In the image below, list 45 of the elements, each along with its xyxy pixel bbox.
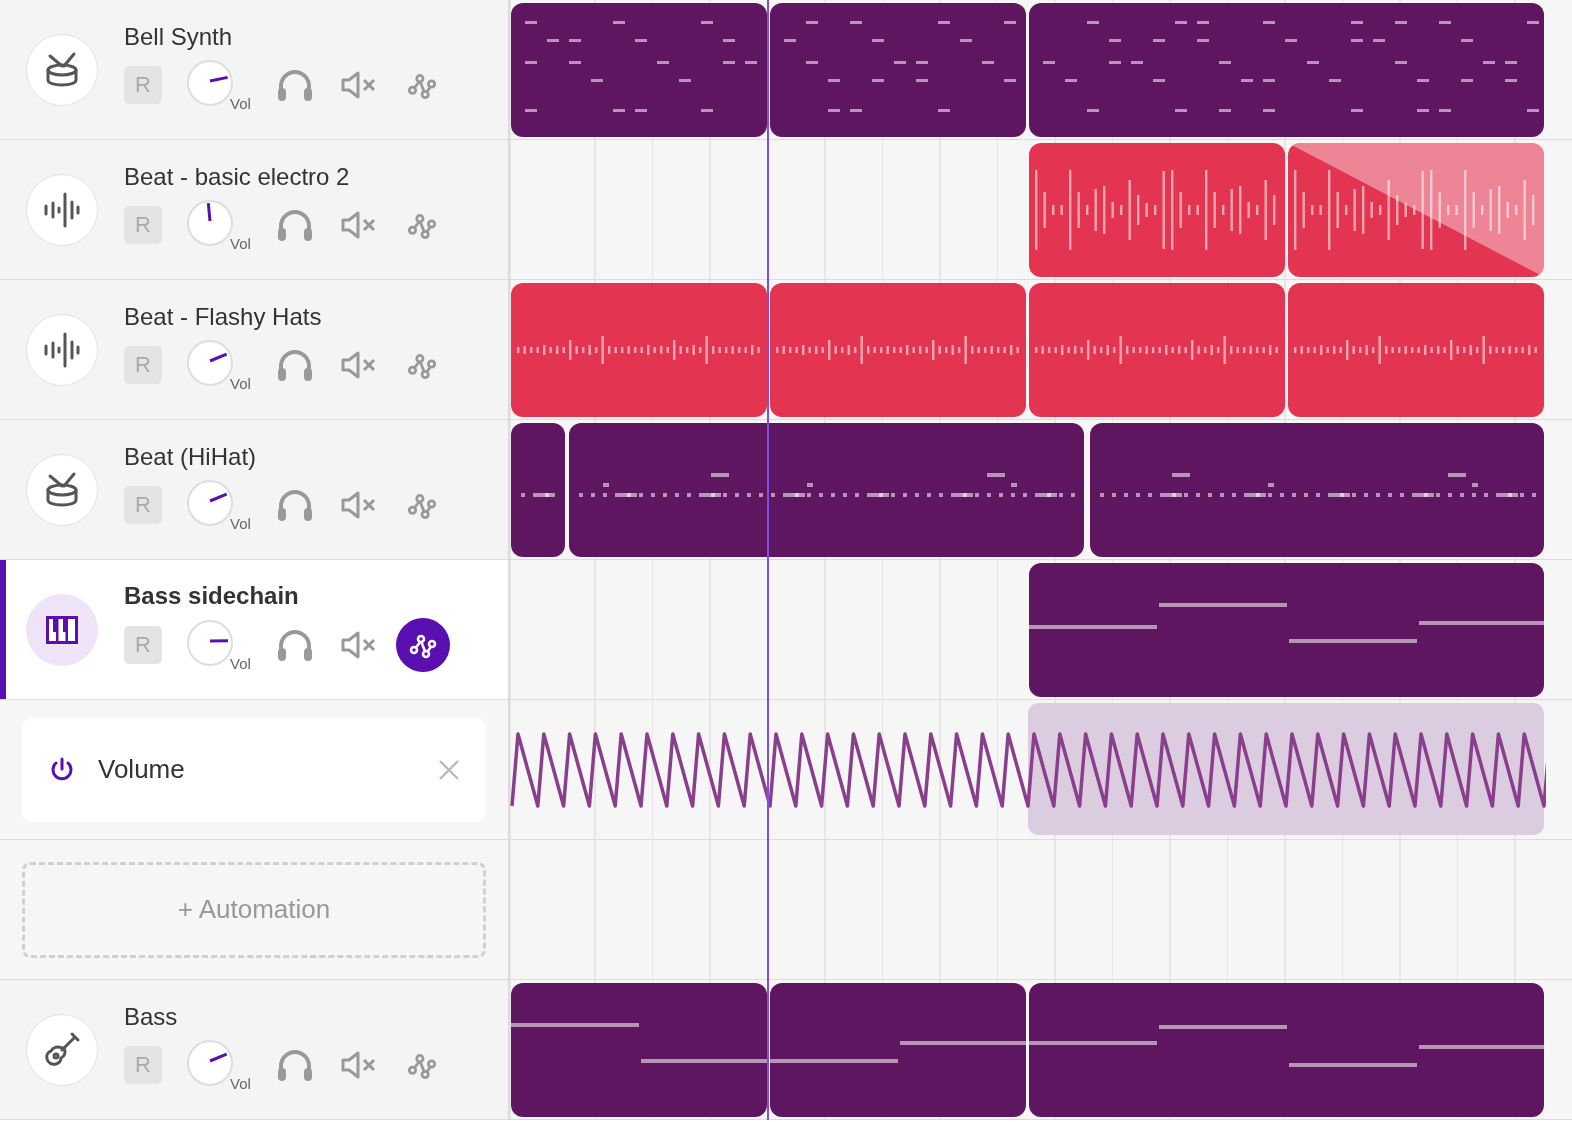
knob-label: Vol <box>230 1074 251 1092</box>
midi-clip[interactable] <box>1089 423 1544 557</box>
headphones-icon[interactable] <box>276 67 314 102</box>
audio-clip[interactable] <box>770 283 1026 417</box>
track-name: Beat (HiHat) <box>124 442 258 471</box>
midi-clip[interactable] <box>770 3 1026 137</box>
track-name: Beat - basic electro 2 <box>124 162 351 191</box>
audio-clip[interactable] <box>1288 283 1544 417</box>
knob-label: Vol <box>230 94 251 112</box>
knob-label: Vol <box>230 654 251 672</box>
headphones-icon[interactable] <box>276 207 314 242</box>
knob-label: Vol <box>230 374 251 392</box>
midi-clip[interactable] <box>569 423 1085 557</box>
mute-icon[interactable] <box>340 1049 378 1080</box>
knob-label: Vol <box>230 514 251 532</box>
knob-label: Vol <box>230 234 251 252</box>
mute-icon[interactable] <box>340 489 378 520</box>
audio-clip[interactable] <box>1029 283 1285 417</box>
mute-icon[interactable] <box>340 69 378 100</box>
midi-clip[interactable] <box>1029 983 1544 1117</box>
mute-icon[interactable] <box>340 629 378 660</box>
track-header[interactable]: Bass sidechain R Vol <box>0 560 510 699</box>
midi-clip[interactable] <box>511 3 767 137</box>
mute-icon[interactable] <box>340 209 378 240</box>
headphones-icon[interactable] <box>276 1047 314 1082</box>
midi-clip[interactable] <box>511 983 767 1117</box>
automation-lane-card[interactable]: Volume <box>22 717 486 822</box>
track-name: Bass sidechain <box>124 581 300 610</box>
automation-label: Volume <box>98 754 186 785</box>
midi-clip[interactable] <box>770 983 1026 1117</box>
note-pattern-drawing <box>521 493 555 497</box>
midi-clip[interactable] <box>1029 563 1544 697</box>
track-name: Bass <box>124 1002 179 1031</box>
headphones-icon[interactable] <box>276 487 314 522</box>
track-name: Beat - Flashy Hats <box>124 302 323 331</box>
audio-clip[interactable] <box>1029 143 1285 277</box>
audio-clip[interactable] <box>511 283 767 417</box>
automation-button[interactable] <box>396 617 450 672</box>
audio-clip[interactable] <box>1288 143 1544 277</box>
midi-clip[interactable] <box>1029 3 1544 137</box>
track-name: Bell Synth <box>124 22 234 51</box>
mute-icon[interactable] <box>340 349 378 380</box>
headphones-icon[interactable] <box>276 627 314 662</box>
midi-clip[interactable] <box>511 423 565 557</box>
headphones-icon[interactable] <box>276 347 314 382</box>
